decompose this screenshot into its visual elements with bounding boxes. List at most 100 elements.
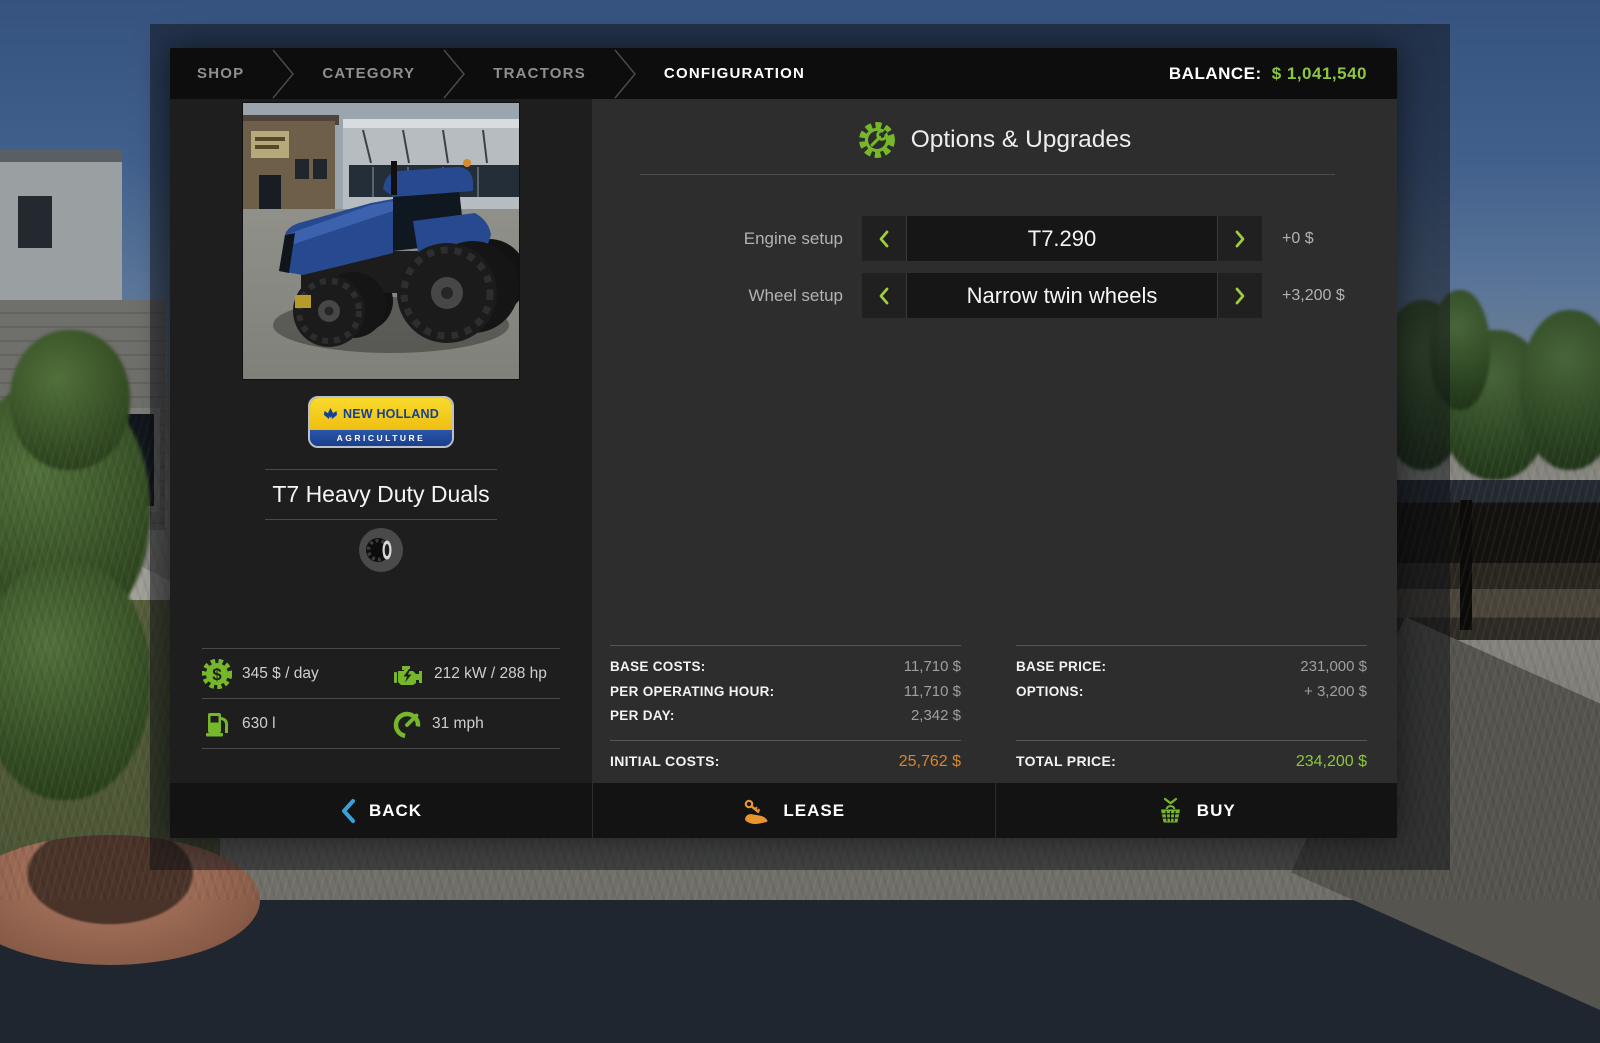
running-costs-rows: BASE COSTS: 11,710 $ PER OPERATING HOUR:… xyxy=(610,655,961,731)
wheel-next-button[interactable] xyxy=(1218,273,1262,318)
config-label: Wheel setup xyxy=(592,286,843,306)
stat-value: 212 kW / 288 hp xyxy=(434,665,547,683)
fuel-capacity-icon xyxy=(202,709,232,739)
maintenance-cost-icon: $ xyxy=(202,659,232,689)
wheel-setup-value: Narrow twin wheels xyxy=(906,273,1218,318)
summary-label: PER OPERATING HOUR: xyxy=(610,680,774,705)
buy-basket-icon xyxy=(1157,797,1184,825)
chevron-left-icon xyxy=(877,229,891,249)
total-price-row: TOTAL PRICE: 234,200 $ xyxy=(1016,741,1367,771)
brand-logo-top: NEW HOLLAND xyxy=(310,398,452,430)
back-button[interactable]: BACK xyxy=(170,783,592,838)
summary-row: BASE COSTS: 11,710 $ xyxy=(610,655,961,680)
breadcrumb-tractors[interactable]: TRACTORS xyxy=(466,48,613,99)
lease-icon xyxy=(742,797,770,825)
engine-power-icon xyxy=(392,659,424,689)
summary-row: PER DAY: 2,342 $ xyxy=(610,704,961,729)
breadcrumb-separator-icon xyxy=(613,48,637,99)
chevron-right-icon xyxy=(1233,229,1247,249)
breadcrumb-category[interactable]: CATEGORY xyxy=(295,48,442,99)
balance-label: BALANCE: xyxy=(1169,64,1262,84)
config-row-engine-setup: Engine setup T7.290 +0 $ xyxy=(592,216,1397,261)
balance-display: BALANCE: $ 1,041,540 xyxy=(1169,48,1397,99)
summary-row: BASE PRICE: 231,000 $ xyxy=(1016,655,1367,680)
config-label: Engine setup xyxy=(592,229,843,249)
options-divider xyxy=(640,174,1335,175)
back-chevron-icon xyxy=(340,798,356,824)
gear-wrench-icon xyxy=(858,121,896,159)
vehicle-panel: NEW HOLLAND AGRICULTURE T7 Heavy Duty Du… xyxy=(170,99,592,783)
shop-configuration-dialog: SHOP CATEGORY TRACTORS CONFIGURATION BAL… xyxy=(170,48,1397,838)
initial-costs-value: 25,762 $ xyxy=(899,753,961,771)
total-price-label: TOTAL PRICE: xyxy=(1016,753,1116,771)
initial-costs-row: INITIAL COSTS: 25,762 $ xyxy=(610,741,961,771)
total-price-value: 234,200 $ xyxy=(1296,753,1367,771)
balance-value: $ 1,041,540 xyxy=(1272,64,1367,84)
stats-row: $ 345 $ / day 212 kW / 288 hp xyxy=(202,649,560,698)
summary-label: OPTIONS: xyxy=(1016,680,1084,705)
purchase-price-block: BASE PRICE: 231,000 $ OPTIONS: + 3,200 $… xyxy=(1016,645,1367,771)
summary-row: PER OPERATING HOUR: 11,710 $ xyxy=(610,680,961,705)
stat-value: 630 l xyxy=(242,715,276,733)
wheel-config-button[interactable] xyxy=(359,528,403,572)
stat-value: 31 mph xyxy=(432,715,484,733)
engine-setup-selector: T7.290 xyxy=(862,216,1262,261)
summary-label: PER DAY: xyxy=(610,704,675,729)
summary-value: + 3,200 $ xyxy=(1304,680,1367,705)
running-costs-block: BASE COSTS: 11,710 $ PER OPERATING HOUR:… xyxy=(610,645,961,771)
stat-speed: 31 mph xyxy=(392,699,560,748)
engine-setup-value: T7.290 xyxy=(906,216,1218,261)
summary-label: BASE PRICE: xyxy=(1016,655,1106,680)
chevron-left-icon xyxy=(877,286,891,306)
summary-row: OPTIONS: + 3,200 $ xyxy=(1016,680,1367,705)
lease-button-label: LEASE xyxy=(783,801,845,821)
stat-fuel: 630 l xyxy=(202,699,392,748)
config-rows: Engine setup T7.290 +0 $ Wheel setup xyxy=(592,216,1397,318)
breadcrumb-separator-icon xyxy=(442,48,466,99)
engine-setup-price: +0 $ xyxy=(1282,230,1314,248)
brand-logo: NEW HOLLAND AGRICULTURE xyxy=(308,396,454,448)
buy-button-label: BUY xyxy=(1197,801,1236,821)
brand-name: NEW HOLLAND xyxy=(343,407,439,421)
stat-maintenance: $ 345 $ / day xyxy=(202,649,392,698)
summary-value: 2,342 $ xyxy=(911,704,961,729)
brand-tagline: AGRICULTURE xyxy=(337,433,426,443)
brand-logo-bottom: AGRICULTURE xyxy=(310,430,452,446)
breadcrumb-configuration: CONFIGURATION xyxy=(637,48,832,99)
options-title: Options & Upgrades xyxy=(911,126,1132,154)
stat-value: 345 $ / day xyxy=(242,665,319,683)
breadcrumb-separator-icon xyxy=(271,48,295,99)
brand-leaf-icon xyxy=(323,407,338,422)
vehicle-name-block: T7 Heavy Duty Duals xyxy=(265,469,497,520)
engine-prev-button[interactable] xyxy=(862,216,906,261)
options-header: Options & Upgrades xyxy=(592,121,1397,159)
vehicle-image xyxy=(243,103,519,379)
wheel-prev-button[interactable] xyxy=(862,273,906,318)
wheel-setup-selector: Narrow twin wheels xyxy=(862,273,1262,318)
lease-button[interactable]: LEASE xyxy=(592,783,995,838)
buy-button[interactable]: BUY xyxy=(995,783,1398,838)
back-button-label: BACK xyxy=(369,801,422,821)
tire-icon xyxy=(364,533,398,567)
summary-value: 11,710 $ xyxy=(904,655,961,680)
wheel-setup-price: +3,200 $ xyxy=(1282,287,1345,305)
initial-costs-label: INITIAL COSTS: xyxy=(610,753,720,771)
stat-power: 212 kW / 288 hp xyxy=(392,649,560,698)
svg-text:$: $ xyxy=(212,665,222,684)
max-speed-icon xyxy=(392,709,422,739)
dialog-body: NEW HOLLAND AGRICULTURE T7 Heavy Duty Du… xyxy=(170,99,1397,783)
cost-summary: BASE COSTS: 11,710 $ PER OPERATING HOUR:… xyxy=(610,645,1367,771)
purchase-price-rows: BASE PRICE: 231,000 $ OPTIONS: + 3,200 $ xyxy=(1016,655,1367,731)
summary-value: 11,710 $ xyxy=(904,680,961,705)
breadcrumb-bar: SHOP CATEGORY TRACTORS CONFIGURATION BAL… xyxy=(170,48,1397,99)
stats-row: 630 l 31 mph xyxy=(202,698,560,748)
config-row-wheel-setup: Wheel setup Narrow twin wheels +3,200 $ xyxy=(592,273,1397,318)
summary-label: BASE COSTS: xyxy=(610,655,706,680)
engine-next-button[interactable] xyxy=(1218,216,1262,261)
breadcrumb-shop[interactable]: SHOP xyxy=(170,48,271,99)
summary-value: 231,000 $ xyxy=(1300,655,1367,680)
vehicle-name: T7 Heavy Duty Duals xyxy=(272,481,489,507)
options-panel: Options & Upgrades Engine setup T7.290 xyxy=(592,99,1397,783)
action-bar: BACK LEASE BUY xyxy=(170,783,1397,838)
chevron-right-icon xyxy=(1233,286,1247,306)
